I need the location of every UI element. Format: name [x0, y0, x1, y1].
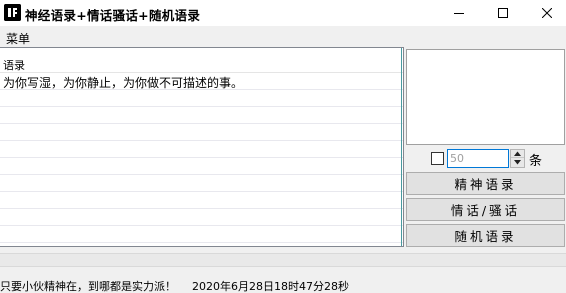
list-row[interactable]: 为你写湿，为你静止，为你做不可描述的事。: [0, 73, 403, 90]
column-header-label: 语录: [3, 59, 25, 72]
count-control: 50 条: [431, 149, 566, 169]
list-row[interactable]: [0, 158, 403, 175]
close-button[interactable]: [525, 0, 566, 26]
list-row[interactable]: [0, 175, 403, 192]
quotes-list[interactable]: 语录 为你写湿，为你静止，为你做不可描述的事。: [0, 47, 404, 247]
list-row[interactable]: [0, 107, 403, 124]
spinner-down-button[interactable]: [511, 159, 524, 167]
minimize-icon: [454, 13, 464, 14]
maximize-button[interactable]: [481, 0, 525, 26]
close-icon: [542, 8, 552, 18]
love-talk-button[interactable]: 情话/骚话: [406, 198, 565, 221]
list-row[interactable]: [0, 192, 403, 209]
window-title: 神经语录+情话骚话+随机语录: [25, 8, 201, 23]
spirit-quotes-button[interactable]: 精神语录: [406, 172, 565, 195]
minimize-button[interactable]: [437, 0, 481, 26]
status-timestamp: 2020年6月28日18时47分28秒: [192, 280, 349, 293]
list-row[interactable]: [0, 226, 403, 243]
maximize-icon: [498, 8, 508, 18]
status-bar: 只要小伙精神在，到哪都是实力派！ 2020年6月28日18时47分28秒: [0, 275, 566, 293]
title-bar[interactable]: 神经语录+情话骚话+随机语录: [0, 0, 566, 26]
spinner-up-button[interactable]: [511, 150, 524, 158]
chevron-down-icon: [514, 160, 521, 165]
count-unit-label: 条: [529, 154, 543, 169]
list-row[interactable]: [0, 209, 403, 226]
count-spinner[interactable]: [510, 149, 525, 168]
count-checkbox[interactable]: [431, 152, 444, 165]
list-border-accent: [401, 48, 402, 246]
menu-bar: 菜单: [0, 28, 566, 47]
list-row[interactable]: [0, 90, 403, 107]
list-rows: 为你写湿，为你静止，为你做不可描述的事。: [0, 73, 403, 243]
list-row[interactable]: [0, 141, 403, 158]
list-row-text: 为你写湿，为你静止，为你做不可描述的事。: [3, 76, 244, 90]
preview-textbox[interactable]: [406, 49, 565, 145]
status-motto: 只要小伙精神在，到哪都是实力派！: [0, 280, 176, 293]
menu-item-main[interactable]: 菜单: [4, 30, 32, 47]
list-row[interactable]: [0, 124, 403, 141]
separator-strip: [0, 253, 566, 267]
count-input[interactable]: 50: [447, 149, 509, 168]
app-logo-icon: [4, 4, 21, 21]
list-column-header[interactable]: 语录: [0, 53, 403, 73]
app-window: 神经语录+情话骚话+随机语录 菜单 语录 为你写湿，为你静止，为你做不可描述的事…: [0, 0, 566, 293]
chevron-up-icon: [514, 151, 521, 156]
random-quotes-button[interactable]: 随机语录: [406, 224, 565, 247]
